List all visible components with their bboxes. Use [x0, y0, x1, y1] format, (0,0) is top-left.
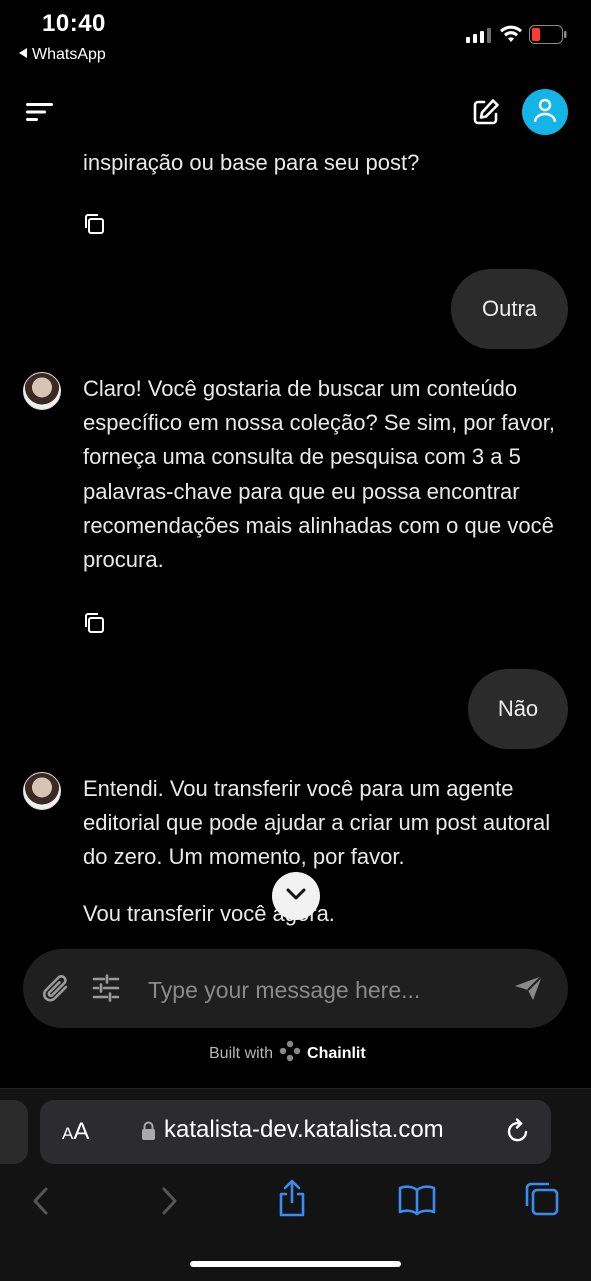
back-arrow-icon[interactable]	[30, 1186, 52, 1221]
user-icon	[532, 97, 558, 128]
user-message-text: Não	[497, 696, 539, 721]
lock-icon	[141, 1121, 156, 1146]
user-message-bubble: Outra	[451, 269, 568, 349]
aa-small: A	[62, 1124, 74, 1143]
back-app-label: WhatsApp	[32, 46, 106, 63]
reader-options-button[interactable]: AA	[62, 1118, 89, 1146]
previous-tab-edge[interactable]	[0, 1100, 28, 1164]
url-text: katalista-dev.katalista.com	[164, 1116, 444, 1143]
user-message-text: Outra	[481, 296, 538, 321]
status-time: 10:40	[42, 10, 106, 37]
bot-message-text: inspiração ou base para seu post?	[83, 150, 420, 175]
message-input[interactable]	[146, 969, 490, 1011]
scroll-to-bottom-button[interactable]	[272, 872, 320, 920]
chainlit-logo-icon	[279, 1040, 301, 1067]
user-message-bubble: Não	[468, 669, 568, 749]
forward-arrow-icon[interactable]	[158, 1186, 180, 1221]
bot-message-text-continued: Vou transferir você agora.	[83, 901, 335, 926]
bot-message-text: Entendi. Vou transferir você para um age…	[83, 776, 551, 870]
back-to-app-link[interactable]: WhatsApp	[18, 46, 106, 64]
tabs-icon[interactable]	[524, 1181, 560, 1222]
bot-avatar	[23, 372, 61, 410]
send-icon[interactable]	[514, 975, 544, 1006]
wifi-icon	[499, 24, 523, 49]
paperclip-icon[interactable]	[40, 972, 72, 1011]
cellular-signal-icon	[466, 28, 491, 43]
built-with-footer: Built with Chainlit	[209, 1040, 366, 1067]
built-with-label: Built with	[209, 1044, 274, 1062]
user-profile-button[interactable]	[522, 89, 568, 135]
bookmarks-icon[interactable]	[398, 1184, 436, 1221]
chainlit-brand[interactable]: Chainlit	[307, 1045, 366, 1063]
settings-sliders-icon[interactable]	[92, 974, 120, 1007]
back-triangle-icon	[18, 46, 28, 64]
share-icon[interactable]	[276, 1178, 308, 1223]
copy-icon[interactable]	[82, 611, 106, 635]
new-chat-edit-icon[interactable]	[471, 97, 501, 132]
menu-icon[interactable]	[26, 101, 54, 128]
chevron-down-icon	[285, 887, 307, 906]
reload-icon[interactable]	[506, 1118, 530, 1149]
bot-avatar	[23, 772, 61, 810]
copy-icon[interactable]	[82, 212, 106, 236]
home-indicator	[190, 1261, 401, 1267]
battery-low-icon	[529, 25, 567, 44]
bot-message-text: Claro! Você gostaria de buscar um conteú…	[83, 376, 556, 573]
aa-big: A	[73, 1118, 90, 1145]
